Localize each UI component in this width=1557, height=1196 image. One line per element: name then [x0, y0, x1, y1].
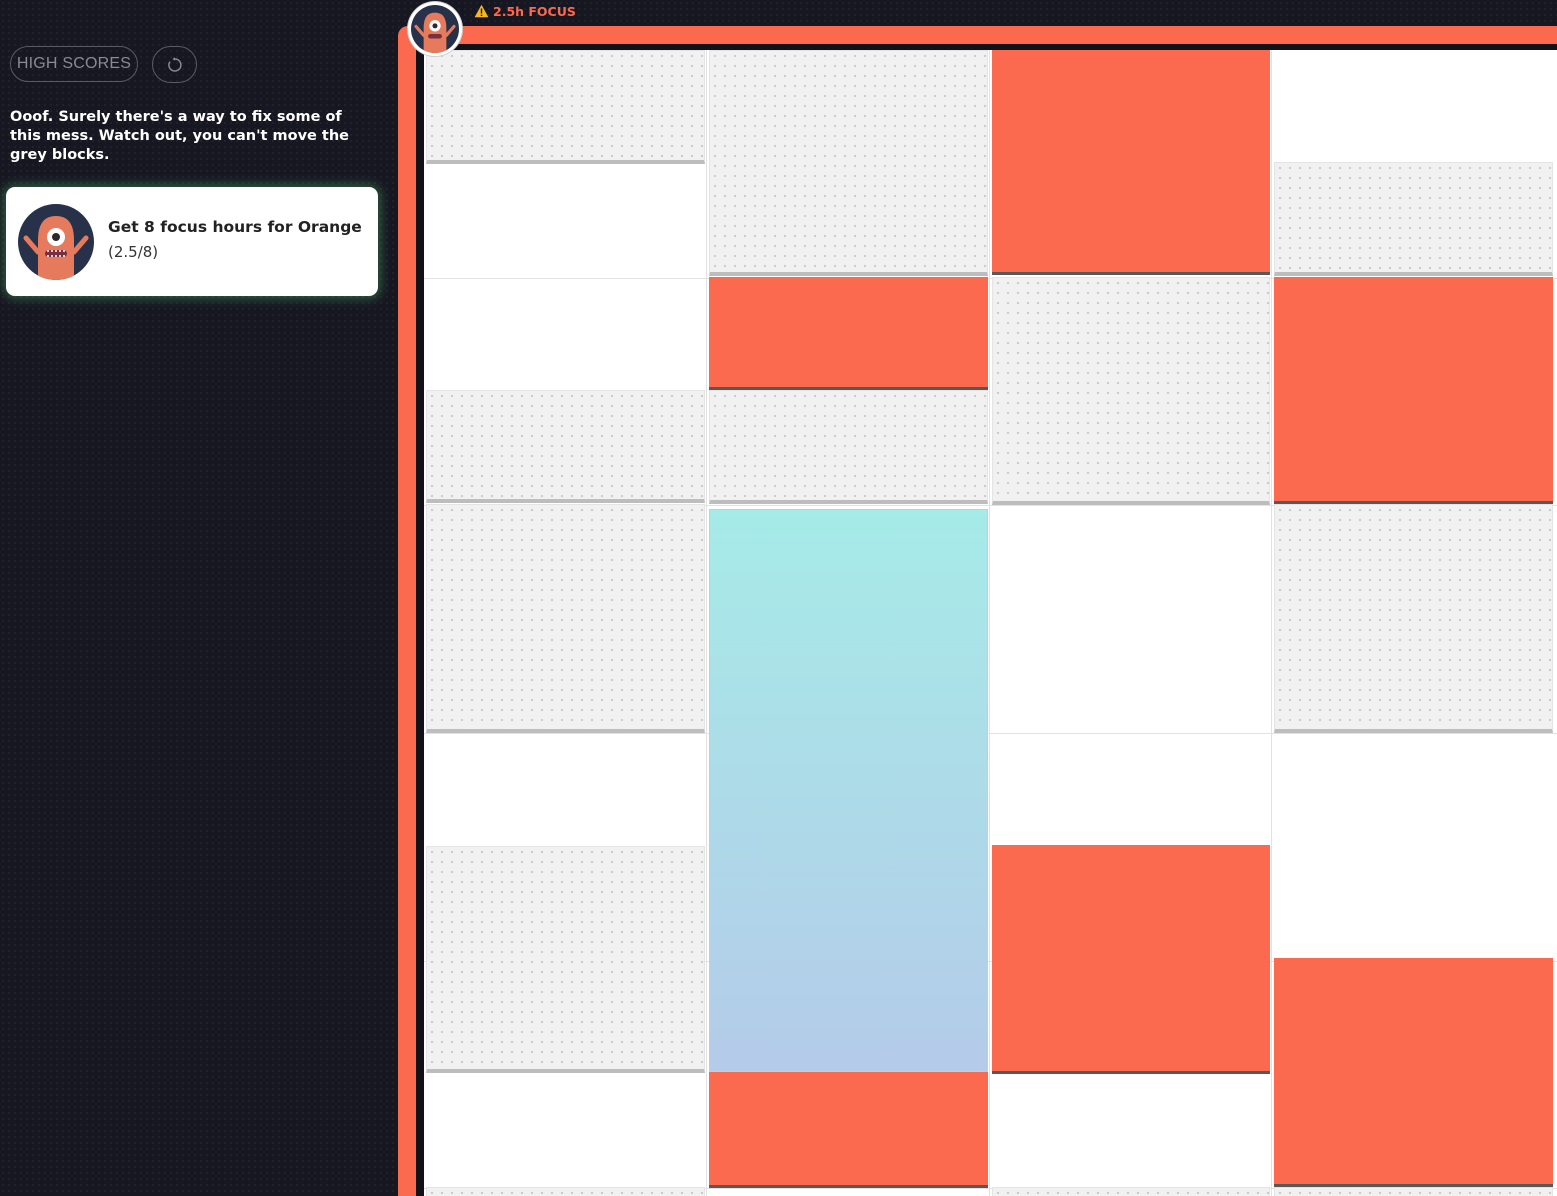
grey-block [709, 390, 988, 504]
grey-block [1274, 1187, 1553, 1196]
grey-block [426, 504, 705, 733]
orange-block[interactable] [709, 1072, 988, 1188]
goal-card: Get 8 focus hours for Orange (2.5/8) [6, 187, 378, 296]
high-scores-button[interactable]: HIGH SCORES [10, 46, 138, 82]
grid-line [1271, 50, 1272, 1196]
grid-line [424, 733, 1557, 734]
orange-block[interactable] [992, 845, 1270, 1074]
board-frame-top [398, 26, 1557, 44]
orange-block[interactable] [1274, 958, 1553, 1187]
goal-progress: (2.5/8) [108, 243, 159, 261]
grey-block [1274, 504, 1553, 733]
grey-block [1274, 162, 1553, 276]
orange-block[interactable] [709, 277, 988, 390]
grey-block [709, 50, 988, 276]
orange-block[interactable] [992, 50, 1270, 275]
grey-block [426, 846, 705, 1073]
orange-monster-avatar-icon [411, 5, 459, 53]
reset-button[interactable] [152, 46, 197, 83]
focus-indicator: 2.5h FOCUS [474, 3, 576, 19]
goal-title: Get 8 focus hours for Orange [108, 218, 362, 236]
grey-block [426, 50, 705, 164]
selected-block[interactable] [709, 509, 988, 1072]
grey-block [992, 1187, 1270, 1196]
warning-icon [474, 4, 489, 18]
grey-block [426, 1187, 705, 1196]
high-scores-label: HIGH SCORES [16, 55, 132, 72]
grey-block [992, 277, 1270, 505]
header-avatar [408, 2, 462, 56]
hint-message: Ooof. Surely there's a way to fix some o… [10, 109, 349, 163]
grid-line [989, 50, 990, 1196]
grid-line [706, 50, 707, 1196]
focus-label: 2.5h FOCUS [493, 3, 576, 19]
orange-monster-avatar [18, 204, 94, 280]
game-board [424, 50, 1557, 1196]
grey-block [426, 390, 705, 503]
board-frame-left [398, 28, 416, 1196]
orange-block[interactable] [1274, 277, 1553, 504]
refresh-icon [167, 56, 182, 72]
